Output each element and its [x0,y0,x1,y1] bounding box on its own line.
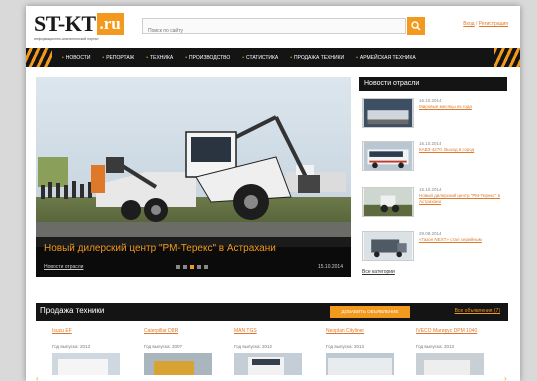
listing-title[interactable]: MAN TGS [234,328,318,340]
slider-pagination [176,265,208,269]
slider-dot[interactable] [183,265,187,269]
nav-item-army[interactable]: • АРМЕЙСКАЯ ТЕХНИКА [350,55,422,61]
sales-section-header: Продажа техники ДОБАВИТЬ ОБЪЯВЛЕНИЕ Все … [36,303,508,321]
listing-image [52,353,120,375]
industry-news-heading: Новости отрасли [359,77,507,91]
all-categories-link[interactable]: Все категории [362,269,395,275]
logo-tagline: информационно-аналитический портал [34,37,99,41]
nav-stripes-left [26,48,52,67]
listing-image [144,353,212,375]
logo-text: ST-KT [34,11,96,36]
listing-year: Год выпуска: 2013 [52,344,91,349]
search-box [142,18,406,38]
search-input[interactable] [143,24,405,38]
news-thumbnail [362,98,414,128]
search-icon [411,21,421,31]
news-thumbnail [362,187,414,217]
nav-item-report[interactable]: • РЕПОРТАЖ [96,55,140,61]
news-thumbnail [362,141,414,171]
news-item[interactable]: 16.10.2014 КАВЗ-4270. Выход в город [359,137,507,173]
listing-year: Год выпуска: 2013 [326,344,365,349]
news-date: 15.10.2014 [419,187,442,192]
news-item[interactable]: 15.10.2014 Новый дилерский центр "РМ-Тер… [359,183,507,219]
news-title[interactable]: КАВЗ-4270. Выход в город [419,147,501,153]
listing-image [326,353,394,375]
industry-news: Новости отрасли 16.10.2014 Мировые месяц… [359,77,507,277]
slider-dot-active[interactable] [190,265,194,269]
news-date: 16.10.2014 [419,141,442,146]
news-item[interactable]: 16.10.2014 Мировые месяцы из года [359,94,507,130]
news-date: 29.09.2014 [419,231,442,236]
hero-title[interactable]: Новый дилерский центр "РМ-Терекс" в Астр… [44,243,276,254]
main-navigation: • НОВОСТИ • РЕПОРТАЖ • ТЕХНИКА • ПРОИЗВОДСТВ… [26,48,520,67]
search-button[interactable] [407,17,425,35]
sales-heading: Продажа техники [40,306,105,315]
listing-card[interactable]: Caterpillar D8R Год выпуска: 2007 [144,328,228,380]
news-title[interactable]: Мировые месяцы из года [419,104,501,110]
news-date: 16.10.2014 [419,98,442,103]
listing-year: Год выпуска: 2007 [144,344,183,349]
hero-category-link[interactable]: Новости отрасли [44,264,83,270]
nav-item-statistics[interactable]: • СТАТИСТИКА [236,55,284,61]
auth-links: Вход / Регистрация [463,21,508,27]
nav-item-production[interactable]: • ПРОИЗВОДСТВО [179,55,236,61]
news-item[interactable]: 29.09.2014 «Газон NEXT» стал серийным [359,227,507,263]
news-title[interactable]: Новый дилерский центр "РМ-Терекс" в Астр… [419,193,501,204]
listing-card[interactable]: Neoplan Cityliner Год выпуска: 2013 [326,328,410,380]
listing-card[interactable]: IVECO Магирус DPM 1040 Год выпуска: 2013 [416,328,500,380]
register-link[interactable]: Регистрация [479,21,508,27]
listing-card[interactable]: MAN TGS Год выпуска: 2012 [234,328,318,380]
nav-items: • НОВОСТИ • РЕПОРТАЖ • ТЕХНИКА • ПРОИЗВОДСТВ… [56,48,422,67]
listing-image [234,353,302,375]
hero-date: 15.10.2014 [317,264,343,270]
listing-image [416,353,484,375]
site-logo[interactable]: ST-KT .ru [34,11,124,36]
nav-stripes-right [494,48,520,67]
listing-year: Год выпуска: 2013 [416,344,455,349]
listing-year: Год выпуска: 2012 [234,344,273,349]
news-thumbnail [362,231,414,261]
listing-title[interactable]: IVECO Магирус DPM 1040 [416,328,500,340]
slider-dot[interactable] [204,265,208,269]
all-listings-link[interactable]: Все объявления (7) [455,308,500,314]
carousel-prev-icon[interactable]: ‹ [36,374,39,381]
listing-card[interactable]: Isuzu EF Год выпуска: 2013 [52,328,136,380]
login-link[interactable]: Вход [463,21,474,27]
listing-title[interactable]: Neoplan Cityliner [326,328,410,340]
carousel-next-icon[interactable]: › [504,374,507,381]
hero-slider[interactable]: Новый дилерский центр "РМ-Терекс" в Астр… [36,77,351,277]
nav-item-sales[interactable]: • ПРОДАЖА ТЕХНИКИ [284,55,350,61]
news-title[interactable]: «Газон NEXT» стал серийным [419,237,501,243]
add-listing-button[interactable]: ДОБАВИТЬ ОБЪЯВЛЕНИЕ [330,306,410,318]
nav-item-technics[interactable]: • ТЕХНИКА [140,55,179,61]
page: ST-KT .ru информационно-аналитический по… [26,6,520,381]
slider-dot[interactable] [197,265,201,269]
hero-image-machine [38,115,346,222]
listing-title[interactable]: Isuzu EF [52,328,136,340]
slider-dot[interactable] [176,265,180,269]
listing-title[interactable]: Caterpillar D8R [144,328,228,340]
nav-item-news[interactable]: • НОВОСТИ [56,55,96,61]
logo-suffix: .ru [96,13,124,35]
auth-separator: / [475,21,478,27]
